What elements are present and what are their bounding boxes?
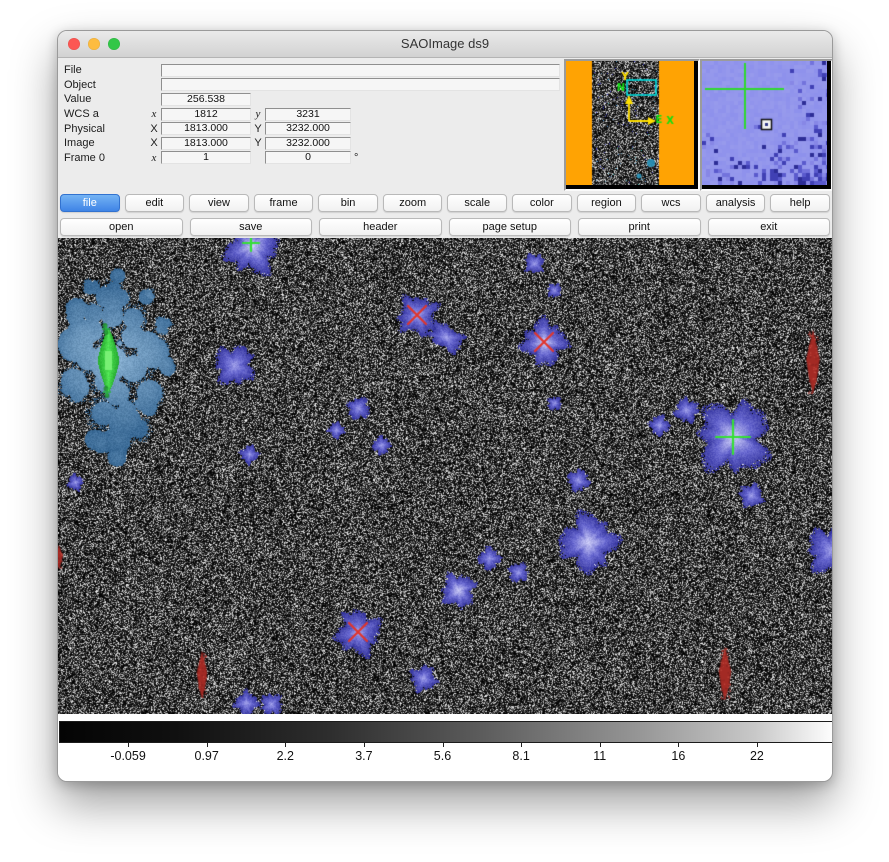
axis-label: y (251, 108, 265, 120)
wcs-a-x-field[interactable]: 1812 (161, 108, 251, 121)
window-title: SAOImage ds9 (58, 36, 832, 51)
frame-0-x-field[interactable]: 1 (161, 151, 251, 164)
menu-exit[interactable]: exit (708, 218, 831, 236)
colorbar-tick-label: -0.059 (110, 749, 145, 763)
colorbar-tick (521, 743, 522, 747)
menu-bin[interactable]: bin (318, 194, 378, 212)
menu-open[interactable]: open (60, 218, 183, 236)
info-label-file: File (64, 64, 147, 76)
colorbar-tick (600, 743, 601, 747)
file-field[interactable] (161, 64, 560, 77)
colorbar-tick (364, 743, 365, 747)
app-window: SAOImage ds9 FileObjectValue256.538WCS a… (57, 30, 833, 782)
menu-edit[interactable]: edit (125, 194, 185, 212)
object-field[interactable] (161, 78, 560, 91)
info-label-image: Image (64, 137, 147, 149)
colorbar-tick-label: 5.6 (434, 749, 451, 763)
panner-frame (564, 59, 700, 191)
info-label-object: Object (64, 79, 147, 91)
info-label-wcs-a: WCS a (64, 108, 147, 120)
info-row-image: ImageX1813.000Y3232.000 (58, 136, 618, 151)
info-label-value: Value (64, 93, 147, 105)
menu-page-setup[interactable]: page setup (449, 218, 572, 236)
colorbar-panel: -0.059 0.97 2.2 3.7 5.6 8.1 11 16 22 (58, 714, 833, 782)
menu-analysis[interactable]: analysis (706, 194, 766, 212)
axis-label: Y (251, 137, 265, 149)
colorbar-tick-label: 3.7 (355, 749, 372, 763)
colorbar-tick (207, 743, 208, 747)
info-row-wcs-a: WCS ax1812y3231 (58, 107, 618, 122)
colorbar-tick-label: 22 (750, 749, 764, 763)
menu-header[interactable]: header (319, 218, 442, 236)
menu-file[interactable]: file (60, 194, 120, 212)
colorbar-tick (443, 743, 444, 747)
menu-help[interactable]: help (770, 194, 830, 212)
degree-symbol: ° (351, 152, 365, 164)
menu-bar: file editview framebinzoomscale color region… (60, 194, 830, 212)
menu-wcs[interactable]: wcs (641, 194, 701, 212)
frame-0-y-field[interactable]: 0 (265, 151, 351, 164)
menu-color[interactable]: color (512, 194, 572, 212)
colorbar-tick-label: 0.97 (195, 749, 219, 763)
colorbar-tick-label: 11 (593, 749, 606, 763)
info-label-frame-0: Frame 0 (64, 152, 147, 164)
file-menu-bar: open save header page setup print exit (60, 218, 830, 236)
axis-label: X (147, 137, 161, 149)
axis-label: x (147, 108, 161, 120)
physical-y-field[interactable]: 3232.000 (265, 122, 351, 135)
colorbar-tick-label: 2.2 (277, 749, 294, 763)
info-label-physical: Physical (64, 123, 147, 135)
info-row-physical: PhysicalX1813.000Y3232.000 (58, 121, 618, 136)
info-row-value: Value 256.538 (58, 92, 618, 107)
axis-label: X (147, 123, 161, 135)
magnifier-view[interactable] (702, 61, 827, 185)
colorbar-tick-label: 16 (671, 749, 685, 763)
info-row-file: File (58, 63, 618, 78)
info-row-frame-0: Frame 0x1 0° (58, 151, 618, 166)
image-y-field[interactable]: 3232.000 (265, 137, 351, 150)
axis-label: x (147, 152, 161, 164)
colorbar-tick (285, 743, 286, 747)
menu-scale[interactable]: scale (447, 194, 507, 212)
menu-view[interactable]: view (189, 194, 249, 212)
menu-save[interactable]: save (190, 218, 313, 236)
wcs-a-y-field[interactable]: 3231 (265, 108, 351, 121)
image-display[interactable] (58, 238, 833, 714)
menu-print[interactable]: print (578, 218, 701, 236)
info-row-object: Object (58, 78, 618, 93)
panner-view[interactable] (566, 61, 694, 185)
colorbar-tick-label: 8.1 (512, 749, 529, 763)
axis-label: Y (251, 123, 265, 135)
colorbar-tick (678, 743, 679, 747)
menu-zoom[interactable]: zoom (383, 194, 443, 212)
value-field[interactable]: 256.538 (161, 93, 251, 106)
physical-x-field[interactable]: 1813.000 (161, 122, 251, 135)
menu-frame[interactable]: frame (254, 194, 314, 212)
menu-region[interactable]: region (577, 194, 637, 212)
colorbar-tick (128, 743, 129, 747)
title-bar[interactable]: SAOImage ds9 (58, 31, 832, 58)
magnifier-frame (700, 59, 833, 191)
info-panel: FileObjectValue256.538WCS ax1812y3231Phy… (58, 57, 618, 165)
colorbar-tick (757, 743, 758, 747)
image-x-field[interactable]: 1813.000 (161, 137, 251, 150)
colorbar[interactable] (59, 721, 833, 743)
